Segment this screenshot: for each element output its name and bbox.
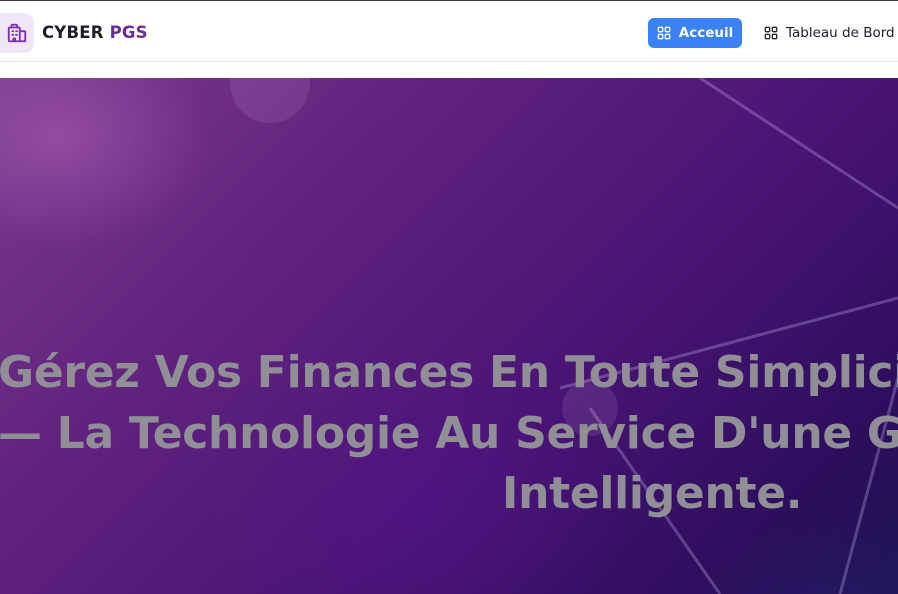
nav-tableau-de-bord-label: Tableau de Bord: [786, 25, 895, 41]
navbar: CYBER PGS Acceuil Tableau de Bord: [0, 1, 898, 62]
hero-headline-line-1: Gérez Vos Finances En Toute Simplicité: [0, 347, 898, 398]
brand-name-part1: CYBER: [42, 23, 104, 42]
dashboard-grid-icon: [657, 26, 671, 40]
hero-headline-line-3: Intelligente.: [502, 468, 803, 519]
logo[interactable]: [0, 13, 34, 53]
nav-acceuil-button[interactable]: Acceuil: [648, 18, 742, 48]
nav-tableau-de-bord-button[interactable]: Tableau de Bord: [756, 18, 898, 48]
dashboard-grid-icon: [764, 26, 778, 40]
hero-headline-line-2: — La Technologie Au Service D'une Ge: [0, 408, 898, 459]
hero-banner: Gérez Vos Finances En Toute Simplicité —…: [0, 78, 898, 594]
brand-name-part2: PGS: [109, 23, 148, 42]
nav-acceuil-label: Acceuil: [678, 25, 734, 41]
brand-name[interactable]: CYBER PGS: [42, 22, 148, 44]
page: CYBER PGS Acceuil Tableau de Bord Gérez …: [0, 0, 898, 594]
building-icon: [7, 23, 27, 43]
